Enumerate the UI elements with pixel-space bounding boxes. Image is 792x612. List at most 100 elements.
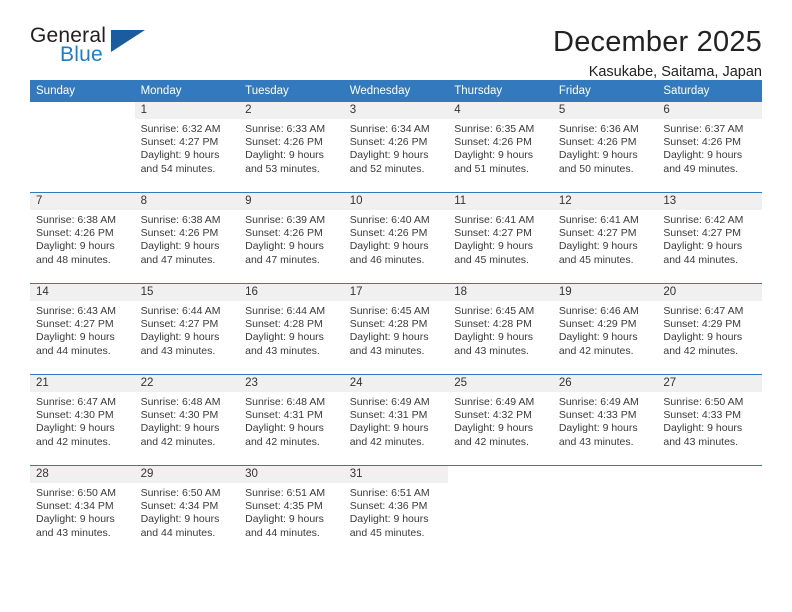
sunrise-text: Sunrise: 6:50 AM	[36, 487, 116, 499]
day-cell-inner: 1 Sunrise: 6:32 AM Sunset: 4:27 PM Daylight…	[134, 102, 240, 192]
calendar-day-cell[interactable]: 14 Sunrise: 6:43 AM Sunset: 4:27 PM Dayligh…	[30, 283, 135, 375]
calendar-day-cell[interactable]: 23 Sunrise: 6:48 AM Sunset: 4:31 PM Dayligh…	[239, 374, 344, 466]
sunset-text: Sunset: 4:28 PM	[245, 318, 323, 331]
calendar-day-cell[interactable]: 19 Sunrise: 6:46 AM Sunset: 4:29 PM Dayligh…	[552, 283, 658, 375]
calendar-day-cell[interactable]: 24 Sunrise: 6:49 AM Sunset: 4:31 PM Dayligh…	[343, 374, 449, 466]
sunset-text: Sunset: 4:33 PM	[558, 409, 637, 422]
calendar-day-cell[interactable]: 7 Sunrise: 6:38 AM Sunset: 4:26 PM Daylight…	[30, 192, 135, 284]
calendar-week-row: 28 Sunrise: 6:50 AM Sunset: 4:34 PM Dayligh…	[30, 465, 762, 556]
daylight-text: and 48 minutes.	[36, 253, 111, 266]
calendar-day-cell[interactable]: 10 Sunrise: 6:40 AM Sunset: 4:26 PM Dayligh…	[343, 192, 449, 284]
sunrise-text: Sunrise: 6:38 AM	[36, 214, 116, 226]
calendar-day-cell[interactable]: 13 Sunrise: 6:42 AM Sunset: 4:27 PM Dayligh…	[657, 192, 762, 284]
sunrise-text: Sunrise: 6:32 AM	[140, 123, 221, 135]
calendar-day-cell[interactable]: 26 Sunrise: 6:49 AM Sunset: 4:33 PM Dayligh…	[552, 374, 658, 466]
daylight-text: and 42 minutes.	[349, 435, 425, 448]
calendar-day-cell[interactable]: 27 Sunrise: 6:50 AM Sunset: 4:33 PM Dayligh…	[657, 374, 762, 466]
sunset-text: Sunset: 4:30 PM	[140, 409, 219, 422]
sunrise-text: Sunrise: 6:45 AM	[454, 305, 535, 317]
day-details: Sunrise: 6:50 AM Sunset: 4:34 PM Daylight:…	[135, 483, 240, 540]
sunset-text: Sunset: 4:30 PM	[36, 409, 114, 422]
weekday-header-saturday: Saturday	[657, 80, 762, 102]
daylight-text: Daylight: 9 hours	[663, 422, 743, 435]
calendar-empty-cell	[30, 102, 135, 193]
day-number: 30	[239, 466, 344, 483]
sunrise-text: Sunrise: 6:34 AM	[349, 123, 430, 135]
day-details: Sunrise: 6:48 AM Sunset: 4:30 PM Daylight:…	[135, 392, 240, 449]
weekday-header-friday: Friday	[552, 80, 658, 102]
calendar-day-cell[interactable]: 6 Sunrise: 6:37 AM Sunset: 4:26 PM Daylight…	[657, 102, 762, 193]
day-details: Sunrise: 6:35 AM Sunset: 4:26 PM Daylight:…	[448, 119, 553, 176]
calendar-day-cell[interactable]: 2 Sunrise: 6:33 AM Sunset: 4:26 PM Daylight…	[239, 102, 344, 193]
sunset-text: Sunset: 4:26 PM	[454, 136, 532, 149]
calendar-day-cell[interactable]: 15 Sunrise: 6:44 AM Sunset: 4:27 PM Dayligh…	[134, 283, 240, 375]
day-cell-inner: 23 Sunrise: 6:48 AM Sunset: 4:31 PM Dayligh…	[239, 375, 344, 465]
calendar-day-cell[interactable]: 4 Sunrise: 6:35 AM Sunset: 4:26 PM Daylight…	[448, 102, 553, 193]
calendar-day-cell[interactable]: 11 Sunrise: 6:41 AM Sunset: 4:27 PM Dayligh…	[448, 192, 553, 284]
calendar-day-cell[interactable]: 9 Sunrise: 6:39 AM Sunset: 4:26 PM Daylight…	[239, 192, 344, 284]
daylight-text: Daylight: 9 hours	[558, 422, 638, 435]
day-cell-inner: 7 Sunrise: 6:38 AM Sunset: 4:26 PM Daylight…	[30, 193, 135, 283]
daylight-text: and 43 minutes.	[663, 435, 739, 448]
day-number	[657, 466, 762, 483]
day-cell-inner: 27 Sunrise: 6:50 AM Sunset: 4:33 PM Dayligh…	[657, 375, 762, 465]
daylight-text: Daylight: 9 hours	[349, 149, 429, 162]
weekday-header-thursday: Thursday	[448, 80, 553, 102]
calendar-day-cell[interactable]: 16 Sunrise: 6:44 AM Sunset: 4:28 PM Dayligh…	[239, 283, 344, 375]
day-details: Sunrise: 6:51 AM Sunset: 4:35 PM Daylight:…	[239, 483, 344, 540]
day-number: 12	[552, 193, 658, 210]
calendar-day-cell[interactable]: 22 Sunrise: 6:48 AM Sunset: 4:30 PM Dayligh…	[134, 374, 240, 466]
daylight-text: and 47 minutes.	[245, 253, 320, 266]
day-details: Sunrise: 6:32 AM Sunset: 4:27 PM Daylight:…	[135, 119, 240, 176]
day-cell-inner: 14 Sunrise: 6:43 AM Sunset: 4:27 PM Dayligh…	[30, 284, 135, 374]
calendar-day-cell[interactable]: 17 Sunrise: 6:45 AM Sunset: 4:28 PM Dayligh…	[343, 283, 449, 375]
sunrise-sunset-calendar: Sunday Monday Tuesday Wednesday Thursday Frid…	[30, 80, 762, 556]
daylight-text: and 43 minutes.	[349, 344, 425, 357]
day-details: Sunrise: 6:46 AM Sunset: 4:29 PM Daylight:…	[553, 301, 658, 358]
day-cell-inner: 12 Sunrise: 6:41 AM Sunset: 4:27 PM Dayligh…	[552, 193, 658, 283]
title-block: December 2025 Kasukabe, Saitama, Japan	[553, 24, 762, 82]
sunrise-text: Sunrise: 6:48 AM	[140, 396, 221, 408]
sunset-text: Sunset: 4:27 PM	[36, 318, 114, 331]
daylight-text: Daylight: 9 hours	[349, 422, 429, 435]
daylight-text: and 45 minutes.	[558, 253, 634, 266]
day-cell-inner: 30 Sunrise: 6:51 AM Sunset: 4:35 PM Dayligh…	[239, 466, 344, 556]
daylight-text: and 43 minutes.	[558, 435, 634, 448]
day-details: Sunrise: 6:49 AM Sunset: 4:31 PM Daylight:…	[344, 392, 449, 449]
calendar-day-cell[interactable]: 8 Sunrise: 6:38 AM Sunset: 4:26 PM Daylight…	[134, 192, 240, 284]
sunrise-text: Sunrise: 6:46 AM	[558, 305, 639, 317]
calendar-day-cell[interactable]: 5 Sunrise: 6:36 AM Sunset: 4:26 PM Daylight…	[552, 102, 658, 193]
calendar-day-cell[interactable]: 12 Sunrise: 6:41 AM Sunset: 4:27 PM Dayligh…	[552, 192, 658, 284]
sunset-text: Sunset: 4:29 PM	[663, 318, 742, 331]
calendar-day-cell[interactable]: 20 Sunrise: 6:47 AM Sunset: 4:29 PM Dayligh…	[657, 283, 762, 375]
day-number: 31	[343, 466, 449, 483]
calendar-day-cell[interactable]: 21 Sunrise: 6:47 AM Sunset: 4:30 PM Dayligh…	[30, 374, 135, 466]
day-cell-inner: 16 Sunrise: 6:44 AM Sunset: 4:28 PM Dayligh…	[239, 284, 344, 374]
sunset-text: Sunset: 4:27 PM	[140, 318, 219, 331]
calendar-day-cell[interactable]: 28 Sunrise: 6:50 AM Sunset: 4:34 PM Dayligh…	[30, 465, 135, 556]
general-blue-logo[interactable]: General Blue	[30, 24, 145, 70]
calendar-day-cell[interactable]: 25 Sunrise: 6:49 AM Sunset: 4:32 PM Dayligh…	[448, 374, 553, 466]
calendar-day-cell[interactable]: 18 Sunrise: 6:45 AM Sunset: 4:28 PM Dayligh…	[448, 283, 553, 375]
day-cell-inner	[30, 102, 135, 192]
logo-triangle-icon	[111, 30, 145, 52]
day-number: 8	[134, 193, 240, 210]
calendar-day-cell[interactable]: 29 Sunrise: 6:50 AM Sunset: 4:34 PM Dayligh…	[134, 465, 240, 556]
daylight-text: and 50 minutes.	[558, 162, 634, 175]
daylight-text: and 53 minutes.	[245, 162, 320, 175]
daylight-text: and 44 minutes.	[140, 526, 216, 539]
calendar-day-cell[interactable]: 3 Sunrise: 6:34 AM Sunset: 4:26 PM Daylight…	[343, 102, 449, 193]
sunrise-text: Sunrise: 6:35 AM	[454, 123, 535, 135]
day-details: Sunrise: 6:45 AM Sunset: 4:28 PM Daylight:…	[344, 301, 449, 358]
sunrise-text: Sunrise: 6:48 AM	[245, 396, 326, 408]
sunset-text: Sunset: 4:26 PM	[36, 227, 114, 240]
calendar-day-cell[interactable]: 31 Sunrise: 6:51 AM Sunset: 4:36 PM Dayligh…	[343, 465, 449, 556]
day-cell-inner: 17 Sunrise: 6:45 AM Sunset: 4:28 PM Dayligh…	[343, 284, 449, 374]
sunset-text: Sunset: 4:27 PM	[663, 227, 742, 240]
calendar-day-cell[interactable]: 1 Sunrise: 6:32 AM Sunset: 4:27 PM Daylight…	[134, 102, 240, 193]
day-cell-inner: 31 Sunrise: 6:51 AM Sunset: 4:36 PM Dayligh…	[343, 466, 449, 556]
sunrise-text: Sunrise: 6:37 AM	[663, 123, 744, 135]
daylight-text: Daylight: 9 hours	[558, 240, 638, 253]
calendar-day-cell[interactable]: 30 Sunrise: 6:51 AM Sunset: 4:35 PM Dayligh…	[239, 465, 344, 556]
day-number: 24	[343, 375, 449, 392]
